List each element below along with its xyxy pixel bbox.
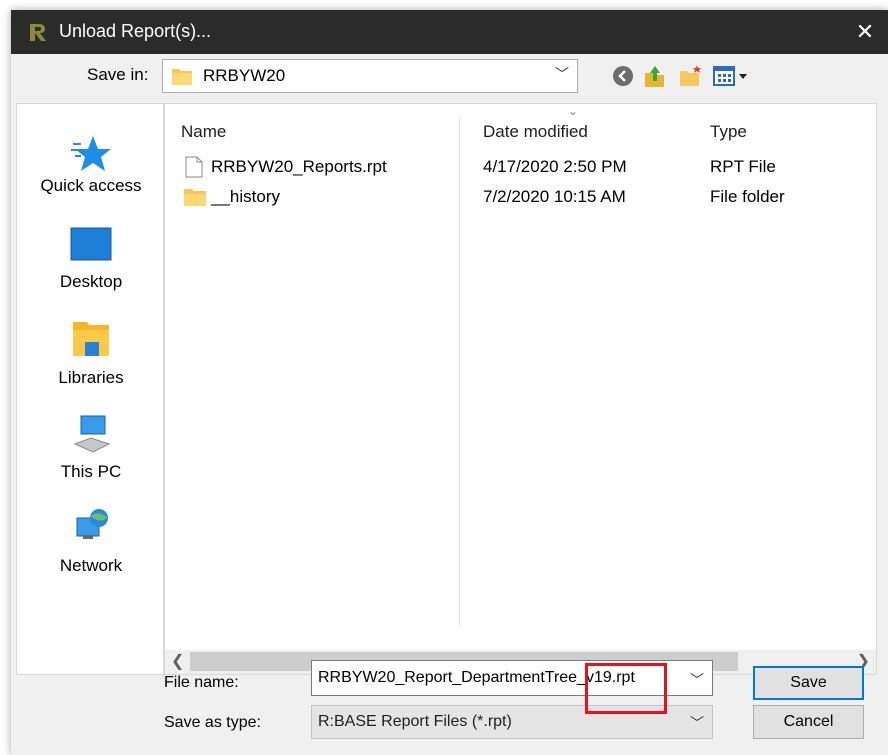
chevron-down-icon[interactable]: ﹀ <box>690 670 704 690</box>
column-header-type[interactable]: Type <box>710 122 747 142</box>
annotation-highlight-box <box>585 663 667 714</box>
file-date: 4/17/2020 2:50 PM <box>483 157 627 176</box>
list-item[interactable]: __history 7/2/2020 10:15 AM File folder <box>165 184 876 212</box>
save-as-type-label: Save as type: <box>164 714 261 731</box>
place-label: Quick access <box>40 176 142 195</box>
save-button[interactable]: Save <box>753 666 864 700</box>
back-icon[interactable] <box>610 63 636 89</box>
save-in-label: Save in: <box>87 65 149 84</box>
scroll-left-icon[interactable]: ❮ <box>171 651 184 671</box>
file-type: File folder <box>710 187 785 206</box>
file-list[interactable]: Name Date modified Type ⌄ RRBYW20_Report… <box>164 103 877 675</box>
cancel-button[interactable]: Cancel <box>753 705 864 739</box>
title-bar: Unload Report(s)... ✕ <box>11 10 888 54</box>
computer-icon <box>73 415 111 453</box>
column-header-date[interactable]: Date modified <box>483 122 588 142</box>
rbase-app-icon <box>27 21 49 43</box>
file-name: RRBYW20_Reports.rpt <box>211 157 387 176</box>
sort-indicator-icon: ⌄ <box>568 104 579 118</box>
column-header-name[interactable]: Name <box>181 122 226 142</box>
save-in-dropdown[interactable]: RRBYW20 ﹀ <box>162 59 578 93</box>
list-item[interactable]: RRBYW20_Reports.rpt 4/17/2020 2:50 PM RP… <box>165 154 876 182</box>
folder-icon <box>184 189 206 206</box>
new-folder-icon[interactable] <box>678 63 704 89</box>
view-menu-icon[interactable] <box>712 63 752 89</box>
close-button[interactable]: ✕ <box>842 10 888 54</box>
file-icon <box>185 156 203 178</box>
file-type: RPT File <box>710 157 776 176</box>
save-in-value: RRBYW20 <box>203 66 286 85</box>
place-label: Desktop <box>59 272 123 291</box>
file-date: 7/2/2020 10:15 AM <box>483 187 626 206</box>
place-label: Libraries <box>58 368 124 387</box>
desktop-icon <box>70 227 112 261</box>
places-bar: Quick access Desktop Libraries This PC N… <box>16 103 164 675</box>
place-label: Network <box>59 556 123 575</box>
folder-icon <box>172 69 192 85</box>
libraries-icon <box>73 322 109 356</box>
chevron-down-icon: ﹀ <box>690 715 704 731</box>
file-name-label: File name: <box>164 674 239 691</box>
place-label: This PC <box>60 462 122 481</box>
star-icon <box>71 136 111 171</box>
file-name: __history <box>211 187 280 206</box>
up-folder-icon[interactable] <box>642 63 668 89</box>
chevron-down-icon: ﹀ <box>555 66 569 82</box>
network-icon <box>76 509 108 539</box>
save-as-type-value: R:BASE Report Files (*.rpt) <box>318 713 512 730</box>
dialog-title: Unload Report(s)... <box>59 21 212 41</box>
